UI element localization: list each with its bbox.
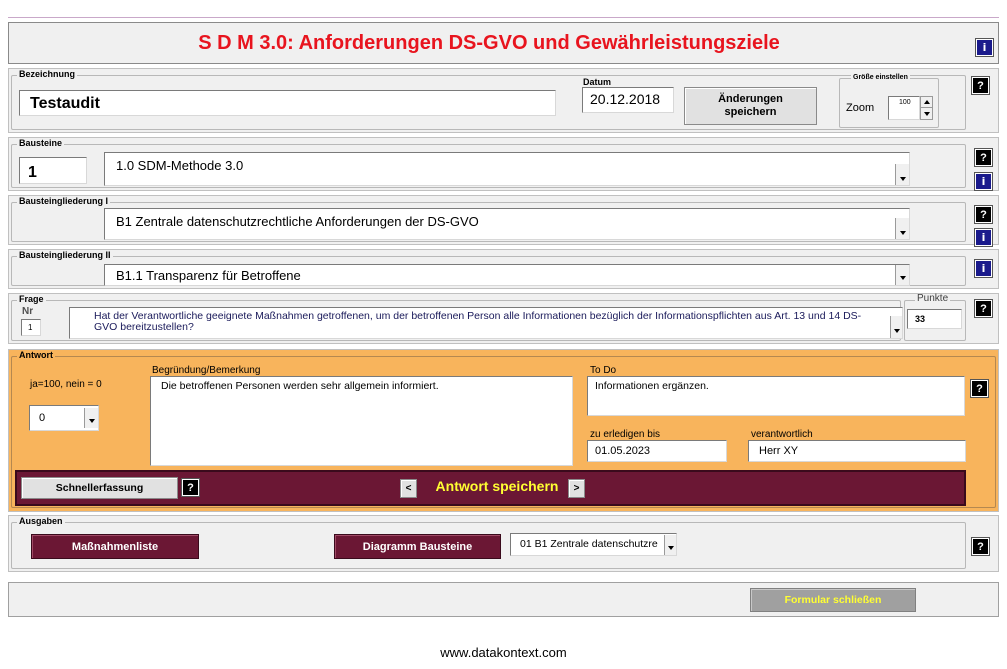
gliederung2-selected: B1.1 Transparenz für Betroffene	[116, 268, 301, 283]
help-icon[interactable]: ?	[971, 537, 990, 556]
save-answer-button[interactable]: Antwort speichern	[422, 478, 572, 494]
zoom-legend: Größe einstellen	[851, 74, 910, 82]
due-input[interactable]: 01.05.2023	[587, 440, 727, 462]
frage-nr-label: Nr	[22, 306, 34, 317]
chevron-down-icon[interactable]	[84, 408, 98, 428]
info-icon[interactable]: i	[974, 228, 993, 247]
frage-legend: Frage	[17, 294, 46, 304]
gliederung2-legend: Bausteingliederung II	[17, 250, 113, 260]
antwort-legend: Antwort	[17, 350, 55, 360]
bezeichnung-panel: Bezeichnung Testaudit Datum 20.12.2018 Ä…	[8, 68, 999, 133]
todo-text: Informationen ergänzen.	[595, 380, 709, 392]
chevron-down-icon[interactable]	[664, 535, 676, 555]
gliederung2-select[interactable]: B1.1 Transparenz für Betroffene	[104, 264, 910, 286]
frage-text-value: Hat der Verantwortliche geeignete Maßnah…	[94, 310, 862, 333]
bausteine-legend: Bausteine	[17, 138, 65, 148]
quick-entry-button[interactable]: Schnellerfassung	[21, 477, 178, 499]
bezeichnung-legend: Bezeichnung	[17, 69, 78, 79]
ausgaben-legend: Ausgaben	[17, 516, 65, 526]
punkte-legend: Punkte	[915, 293, 951, 304]
help-icon[interactable]: ?	[974, 148, 993, 167]
answer-nav-bar: Schnellerfassung ? < Antwort speichern >	[15, 470, 966, 506]
chevron-down-icon[interactable]	[895, 265, 909, 285]
page-title: S D M 3.0: Anforderungen DS-GVO und Gewä…	[198, 32, 780, 54]
title-panel: S D M 3.0: Anforderungen DS-GVO und Gewä…	[8, 22, 999, 64]
bausteine-select[interactable]: 1.0 SDM-Methode 3.0	[104, 152, 910, 186]
bezeichnung-input[interactable]: Testaudit	[19, 90, 556, 116]
scale-label: ja=100, nein = 0	[30, 379, 102, 390]
help-icon[interactable]: ?	[974, 205, 993, 224]
antwort-panel: Antwort ja=100, nein = 0 0 Begründung/Be…	[8, 349, 999, 512]
form-window: S D M 3.0: Anforderungen DS-GVO und Gewä…	[0, 0, 1007, 669]
chevron-down-icon[interactable]	[890, 316, 902, 338]
spin-up-icon[interactable]	[923, 100, 930, 104]
chevron-down-icon[interactable]	[895, 164, 909, 185]
punkte-value: 33	[907, 309, 962, 329]
datum-input[interactable]: 20.12.2018	[582, 87, 674, 113]
frage-panel: Frage Nr 1 Hat der Verantwortliche geeig…	[8, 293, 999, 344]
gliederung2-panel: Bausteingliederung II B1.1 Transparenz f…	[8, 249, 999, 289]
ausgaben-panel: Ausgaben Maßnahmenliste Diagramm Baustei…	[8, 515, 999, 572]
bausteine-selected: 1.0 SDM-Methode 3.0	[116, 158, 244, 173]
bottom-panel: Formular schließen	[8, 582, 999, 617]
score-select[interactable]: 0	[29, 405, 99, 431]
begruendung-textarea[interactable]: Die betroffenen Personen werden sehr all…	[150, 376, 573, 466]
gliederung1-legend: Bausteingliederung I	[17, 196, 111, 206]
prev-button[interactable]: <	[400, 479, 417, 498]
gliederung1-selected: B1 Zentrale datenschutzrechtliche Anford…	[116, 214, 479, 229]
spin-down-icon[interactable]	[923, 111, 930, 116]
zoom-label: Zoom	[846, 102, 875, 114]
diagramm-bausteine-button[interactable]: Diagramm Bausteine	[334, 534, 501, 559]
info-icon[interactable]: i	[974, 259, 993, 278]
footer-url[interactable]: www.datakontext.com	[0, 645, 1007, 660]
frage-nr-input[interactable]: 1	[21, 319, 41, 336]
zoom-spinner[interactable]	[920, 96, 933, 120]
frage-text[interactable]: Hat der Verantwortliche geeignete Maßnah…	[69, 307, 903, 339]
save-changes-button[interactable]: Änderungen speichern	[684, 87, 817, 125]
gliederung1-panel: Bausteingliederung I B1 Zentrale datensc…	[8, 195, 999, 247]
diagramm-select[interactable]: 01 B1 Zentrale datenschutzre	[510, 533, 677, 556]
gliederung1-select[interactable]: B1 Zentrale datenschutzrechtliche Anford…	[104, 208, 910, 240]
help-icon[interactable]: ?	[971, 76, 990, 95]
bausteine-panel: Bausteine 1 1.0 SDM-Methode 3.0 ? i	[8, 137, 999, 191]
info-icon[interactable]: i	[975, 38, 994, 57]
begruendung-text: Die betroffenen Personen werden sehr all…	[161, 380, 439, 392]
score-value: 0	[39, 412, 46, 424]
zoom-input[interactable]: 100	[888, 96, 920, 120]
next-button[interactable]: >	[568, 479, 585, 498]
top-divider	[8, 17, 999, 18]
resp-input[interactable]: Herr XY	[748, 440, 966, 462]
help-icon[interactable]: ?	[970, 379, 989, 398]
massnahmenliste-button[interactable]: Maßnahmenliste	[31, 534, 199, 559]
baustein-number-input[interactable]: 1	[19, 157, 87, 184]
close-form-button[interactable]: Formular schließen	[750, 588, 916, 612]
todo-textarea[interactable]: Informationen ergänzen.	[587, 376, 965, 416]
help-icon[interactable]: ?	[181, 478, 200, 497]
info-icon[interactable]: i	[974, 172, 993, 191]
diagramm-selected: 01 B1 Zentrale datenschutzre	[520, 538, 658, 550]
help-icon[interactable]: ?	[974, 299, 993, 318]
chevron-down-icon[interactable]	[895, 218, 909, 239]
